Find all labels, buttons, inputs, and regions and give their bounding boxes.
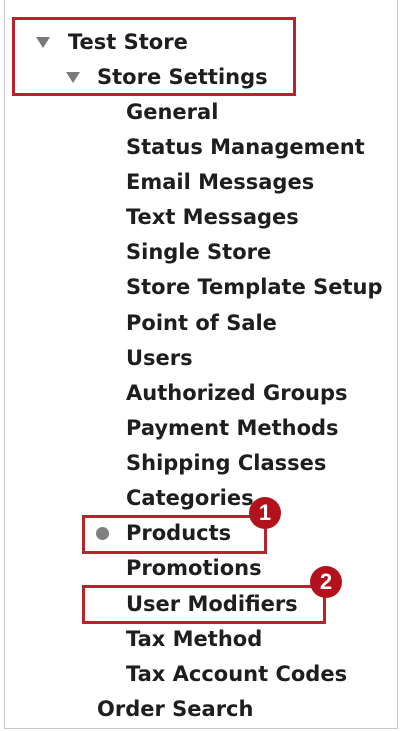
tree-item-label: General — [126, 100, 219, 124]
callout-box-products — [82, 515, 267, 554]
tree-item-label: Text Messages — [126, 205, 299, 229]
tree-node-label: Order Search — [97, 697, 254, 721]
tree-item-label: Shipping Classes — [126, 451, 327, 475]
tree-item-label: Email Messages — [126, 170, 315, 194]
tree-item-label: Status Management — [126, 135, 365, 159]
tree-item-label: Authorized Groups — [126, 381, 348, 405]
step-badge-1: 1 — [249, 497, 281, 529]
step-badge-2: 2 — [310, 566, 342, 598]
tree-item-label: Users — [126, 346, 193, 370]
tree-item-label: Store Template Setup — [126, 275, 383, 299]
tree-item-label: Payment Methods — [126, 416, 339, 440]
tree-item-label: Promotions — [126, 556, 262, 580]
tree-item-label: Point of Sale — [126, 311, 277, 335]
tree-item-label: Categories — [126, 486, 254, 510]
tree-item-label: Tax Method — [126, 627, 263, 651]
tree-item-label: Single Store — [126, 240, 272, 264]
callout-box-store-settings — [12, 17, 296, 96]
callout-box-user-modifiers — [82, 585, 326, 624]
tree-item-label: Tax Account Codes — [126, 662, 348, 686]
